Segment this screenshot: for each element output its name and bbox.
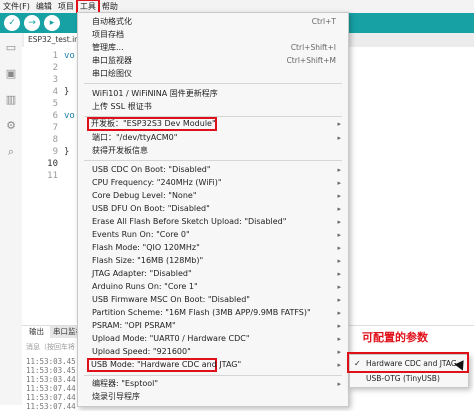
debug-icon[interactable]: ▸ [44, 15, 60, 31]
chevron-right-icon: ▸ [337, 270, 341, 278]
code-line: } [64, 147, 70, 157]
menu-item-psram[interactable]: PSRAM: "OPI PSRAM" ▸ [78, 320, 348, 332]
chevron-right-icon: ▸ [337, 179, 341, 187]
menu-item-board-info[interactable]: 获得开发板信息 [78, 145, 348, 157]
code-line: } [64, 87, 70, 97]
log-line: 11:53:03.45 [26, 366, 76, 375]
menu-item-usb-msc[interactable]: USB Firmware MSC On Boot: "Disabled" ▸ [78, 294, 348, 306]
menu-item-usb-cdc[interactable]: USB CDC On Boot: "Disabled" ▸ [78, 164, 348, 176]
line-number: 11 [47, 171, 58, 181]
annotation-label: 可配置的参数 [362, 331, 428, 344]
menu-item-burn-bootloader[interactable]: 烧录引导程序 [78, 391, 348, 403]
menu-item-cpu-frequency[interactable]: CPU Frequency: "240MHz (WiFi)" ▸ [78, 177, 348, 189]
menu-item-flash-size[interactable]: Flash Size: "16MB (128Mb)" ▸ [78, 255, 348, 267]
menu-separator [84, 160, 342, 161]
debug-panel-icon[interactable]: ⚙ [4, 119, 18, 133]
menu-sketch[interactable]: 项目 [55, 0, 77, 13]
line-number-current: 10 [47, 159, 58, 169]
highlight-box [347, 352, 469, 373]
boards-manager-icon[interactable]: ▣ [4, 67, 18, 81]
line-number: 1 [52, 51, 58, 61]
chevron-right-icon: ▸ [337, 218, 341, 226]
line-number: 5 [52, 99, 58, 109]
menu-item-flash-mode[interactable]: Flash Mode: "QIO 120MHz" ▸ [78, 242, 348, 254]
line-number: 8 [52, 135, 58, 145]
menu-separator [84, 83, 342, 84]
menu-item-archive-sketch[interactable]: 项目存档 [78, 29, 348, 41]
menu-separator [84, 116, 342, 117]
line-number: 7 [52, 123, 58, 133]
menu-edit[interactable]: 编辑 [33, 0, 55, 13]
menu-item-erase-flash[interactable]: Erase All Flash Before Sketch Upload: "D… [78, 216, 348, 228]
submenu-item-usb-otg[interactable]: USB-OTG (TinyUSB) [350, 371, 468, 386]
upload-arrow-icon[interactable]: → [24, 15, 40, 31]
menu-item-serial-monitor[interactable]: 串口监视器 Ctrl+Shift+M [78, 55, 348, 67]
search-icon[interactable]: ⌕ [4, 145, 18, 159]
menu-item-upload-speed[interactable]: Upload Speed: "921600" ▸ [78, 346, 348, 358]
menu-item-upload-ssl[interactable]: 上传 SSL 根证书 [78, 101, 348, 113]
chevron-right-icon: ▸ [337, 322, 341, 330]
chevron-right-icon: ▸ [337, 134, 341, 142]
chevron-right-icon: ▸ [337, 335, 341, 343]
line-number: 6 [52, 111, 58, 121]
menu-item-serial-plotter[interactable]: 串口绘图仪 [78, 68, 348, 80]
log-line: 11:53:07.44 [26, 393, 76, 402]
code-line: vo [64, 111, 75, 121]
menu-item-arduino-runs-on[interactable]: Arduino Runs On: "Core 1" ▸ [78, 281, 348, 293]
chevron-right-icon: ▸ [337, 205, 341, 213]
menu-item-events-run-on[interactable]: Events Run On: "Core 0" ▸ [78, 229, 348, 241]
chevron-right-icon: ▸ [337, 380, 341, 388]
board-submenu-chevron-icon: ▸ [337, 120, 341, 128]
log-line: 11:53:03.44 [26, 375, 76, 384]
chevron-right-icon: ▸ [337, 257, 341, 265]
menu-item-programmer[interactable]: 编程器: "Esptool" ▸ [78, 378, 348, 390]
folder-icon[interactable]: ▭ [4, 41, 18, 55]
log-line: 11:53:03.45 [26, 357, 76, 366]
menu-item-usb-dfu[interactable]: USB DFU On Boot: "Disabled" ▸ [78, 203, 348, 215]
menu-item-manage-libraries[interactable]: 管理库... Ctrl+Shift+I [78, 42, 348, 54]
menu-item-board[interactable]: 开发板："ESP32S3 Dev Module" [87, 117, 217, 131]
menu-separator [84, 375, 342, 376]
chevron-right-icon: ▸ [337, 192, 341, 200]
verify-check-icon[interactable]: ✓ [4, 15, 20, 31]
chevron-right-icon: ▸ [337, 166, 341, 174]
menu-item-partition-scheme[interactable]: Partition Scheme: "16M Flash (3MB APP/9.… [78, 307, 348, 319]
menu-item-core-debug[interactable]: Core Debug Level: "None" ▸ [78, 190, 348, 202]
chevron-right-icon: ▸ [337, 283, 341, 291]
chevron-right-icon: ▸ [337, 309, 341, 317]
library-manager-icon[interactable]: ▥ [4, 93, 18, 107]
menu-item-upload-mode[interactable]: Upload Mode: "UART0 / Hardware CDC" ▸ [78, 333, 348, 345]
line-number: 2 [52, 63, 58, 73]
activity-bar: ▭ ▣ ▥ ⚙ ⌕ [0, 33, 23, 405]
line-number: 3 [52, 75, 58, 85]
serial-input-hint[interactable]: 消息（按回车将 [26, 342, 75, 352]
chevron-right-icon: ▸ [337, 231, 341, 239]
menu-item-usb-mode[interactable]: USB Mode: "Hardware CDC and JTAG" [87, 358, 241, 372]
chevron-right-icon: ▸ [337, 296, 341, 304]
usb-mode-chevron-icon: ▸ [337, 361, 341, 369]
code-line: vo [64, 51, 75, 61]
chevron-right-icon: ▸ [337, 348, 341, 356]
menu-item-auto-format[interactable]: 自动格式化 Ctrl+T [78, 16, 348, 28]
menu-file[interactable]: 文件(F) [0, 0, 33, 13]
menu-item-jtag-adapter[interactable]: JTAG Adapter: "Disabled" ▸ [78, 268, 348, 280]
tools-menu: 自动格式化 Ctrl+T 项目存档 管理库... Ctrl+Shift+I 串口监视… [77, 12, 349, 407]
log-line: 11:53:07.44 [26, 402, 76, 411]
menu-item-port[interactable]: 端口："/dev/ttyACM0" ▸ [78, 132, 348, 144]
line-number: 9 [52, 147, 58, 157]
menu-item-firmware-updater[interactable]: WiFi101 / WiFiNINA 固件更新程序 [78, 88, 348, 100]
log-line: 11:53:07.44 [26, 384, 76, 393]
chevron-right-icon: ▸ [337, 244, 341, 252]
tab-output[interactable]: 输出 [26, 326, 47, 338]
line-number: 4 [52, 87, 58, 97]
